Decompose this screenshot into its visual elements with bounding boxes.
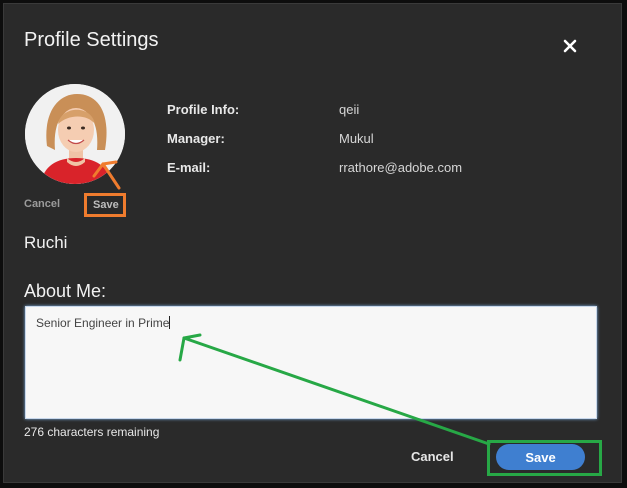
cancel-button[interactable]: Cancel: [411, 449, 454, 464]
user-name: Ruchi: [24, 233, 68, 252]
manager-label: Manager:: [167, 131, 225, 146]
email-value: rrathore@adobe.com: [339, 160, 463, 175]
text-caret: [169, 316, 171, 329]
dialog-title: Profile Settings: [24, 29, 159, 51]
close-icon[interactable]: [562, 38, 578, 54]
about-me-textarea[interactable]: Senior Engineer in Prime: [25, 306, 597, 419]
avatar[interactable]: [25, 84, 125, 184]
photo-save-highlight: Save: [84, 193, 126, 217]
profile-info-value: qeii: [339, 102, 360, 117]
photo-save-button[interactable]: Save: [93, 199, 119, 211]
about-me-label: About Me:: [24, 281, 107, 301]
save-button[interactable]: Save: [496, 444, 585, 470]
email-label: E-mail:: [167, 160, 211, 175]
profile-info-label: Profile Info:: [167, 102, 240, 117]
about-me-text: Senior Engineer in Prime: [36, 316, 170, 330]
manager-value: Mukul: [339, 131, 374, 146]
photo-cancel-button[interactable]: Cancel: [24, 198, 60, 210]
characters-remaining: 276 characters remaining: [24, 425, 160, 439]
